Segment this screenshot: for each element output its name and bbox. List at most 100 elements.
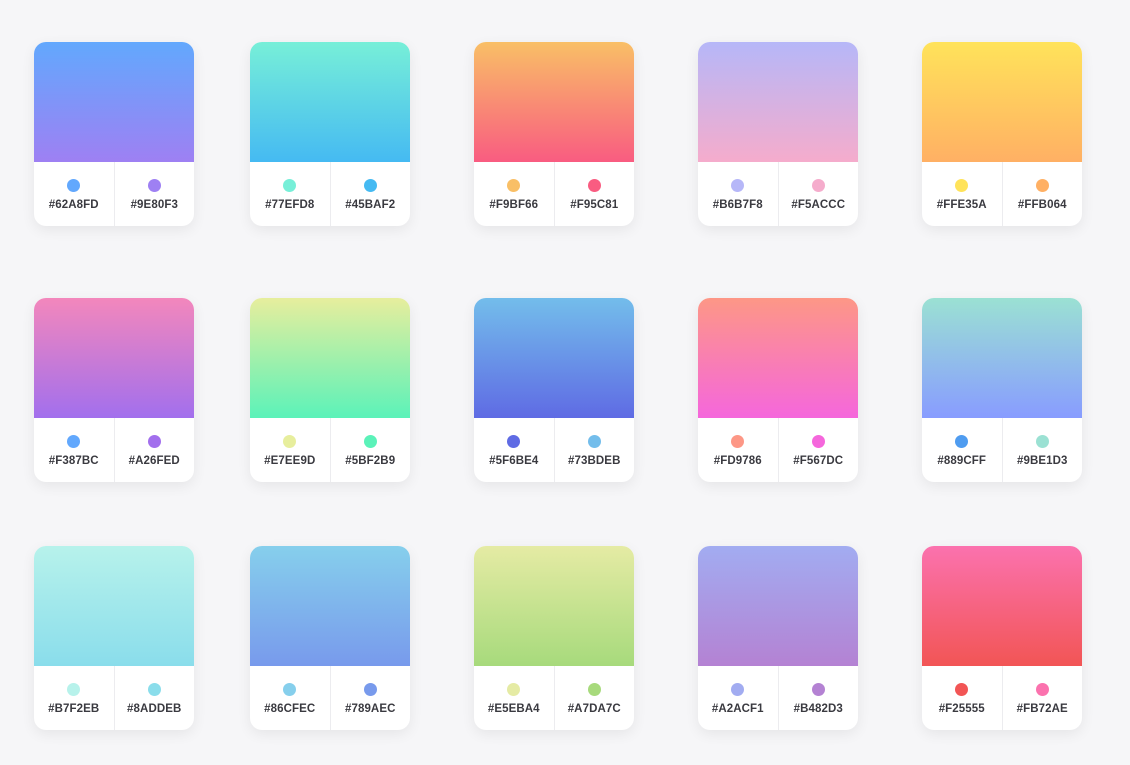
gradient-card[interactable]: #B7F2EB #8ADDEB <box>34 546 194 730</box>
gradient-card[interactable]: #E7EE9D #5BF2B9 <box>250 298 410 482</box>
color-swatch[interactable]: #F5ACCC <box>777 162 859 226</box>
gradient-preview <box>250 546 410 666</box>
gradient-card[interactable]: #FFE35A #FFB064 <box>922 42 1082 226</box>
hex-code-label: #889CFF <box>937 455 987 467</box>
color-dot <box>283 435 297 448</box>
color-dot <box>955 179 969 192</box>
color-dot <box>507 179 521 192</box>
color-swatches: #F387BC #A26FED <box>34 418 194 482</box>
gradient-preview <box>922 298 1082 418</box>
color-swatch[interactable]: #73BDEB <box>553 418 635 482</box>
color-swatch[interactable]: #E7EE9D <box>250 418 330 482</box>
color-dot <box>507 435 521 448</box>
color-swatch[interactable]: #8ADDEB <box>113 666 195 730</box>
color-swatch[interactable]: #FB72AE <box>1001 666 1083 730</box>
color-swatch[interactable]: #789AEC <box>329 666 411 730</box>
color-swatch[interactable]: #F95C81 <box>553 162 635 226</box>
gradient-card[interactable]: #77EFD8 #45BAF2 <box>250 42 410 226</box>
color-swatches: #B6B7F8 #F5ACCC <box>698 162 858 226</box>
gradient-preview <box>474 298 634 418</box>
color-swatch[interactable]: #5BF2B9 <box>329 418 411 482</box>
hex-code-label: #45BAF2 <box>345 199 396 211</box>
gradient-preview <box>250 42 410 162</box>
hex-code-label: #73BDEB <box>568 455 621 467</box>
color-dot <box>587 683 601 696</box>
color-swatch[interactable]: #86CFEC <box>250 666 330 730</box>
gradient-card[interactable]: #62A8FD #9E80F3 <box>34 42 194 226</box>
color-dot <box>283 683 297 696</box>
color-dot <box>1035 683 1049 696</box>
gradient-preview <box>34 42 194 162</box>
color-dot <box>507 683 521 696</box>
color-swatch[interactable]: #F9BF66 <box>474 162 554 226</box>
color-swatch[interactable]: #A26FED <box>113 418 195 482</box>
gradient-card[interactable]: #B6B7F8 #F5ACCC <box>698 42 858 226</box>
color-swatch[interactable]: #F567DC <box>777 418 859 482</box>
color-dot <box>147 435 161 448</box>
color-swatches: #86CFEC #789AEC <box>250 666 410 730</box>
gradient-preview <box>250 298 410 418</box>
color-swatches: #5F6BE4 #73BDEB <box>474 418 634 482</box>
hex-code-label: #FFB064 <box>1017 199 1067 211</box>
gradient-preview <box>34 546 194 666</box>
hex-code-label: #F9BF66 <box>489 199 539 211</box>
hex-code-label: #5BF2B9 <box>345 455 396 467</box>
color-swatch[interactable]: #F25555 <box>922 666 1002 730</box>
color-dot <box>587 435 601 448</box>
gradient-card[interactable]: #889CFF #9BE1D3 <box>922 298 1082 482</box>
gradient-preview <box>922 42 1082 162</box>
color-swatch[interactable]: #77EFD8 <box>250 162 330 226</box>
color-swatch[interactable]: #FFE35A <box>922 162 1002 226</box>
hex-code-label: #B7F2EB <box>48 703 100 715</box>
hex-code-label: #FD9786 <box>713 455 762 467</box>
hex-code-label: #A7DA7C <box>567 703 621 715</box>
gradient-preview <box>474 42 634 162</box>
gradient-card[interactable]: #A2ACF1 #B482D3 <box>698 546 858 730</box>
color-swatch[interactable]: #5F6BE4 <box>474 418 554 482</box>
gradient-card[interactable]: #86CFEC #789AEC <box>250 546 410 730</box>
color-swatch[interactable]: #B6B7F8 <box>698 162 778 226</box>
gradient-card[interactable]: #E5EBA4 #A7DA7C <box>474 546 634 730</box>
color-dot <box>731 435 745 448</box>
color-swatches: #B7F2EB #8ADDEB <box>34 666 194 730</box>
color-swatch[interactable]: #A7DA7C <box>553 666 635 730</box>
gradient-card[interactable]: #F9BF66 #F95C81 <box>474 42 634 226</box>
hex-code-label: #E7EE9D <box>264 455 316 467</box>
gradient-card[interactable]: #F25555 #FB72AE <box>922 546 1082 730</box>
color-dot <box>67 435 81 448</box>
gradient-card[interactable]: #F387BC #A26FED <box>34 298 194 482</box>
color-swatches: #A2ACF1 #B482D3 <box>698 666 858 730</box>
color-dot <box>811 179 825 192</box>
color-swatch[interactable]: #62A8FD <box>34 162 114 226</box>
color-dot <box>283 179 297 192</box>
gradient-preview <box>922 546 1082 666</box>
color-swatch[interactable]: #FD9786 <box>698 418 778 482</box>
color-swatch[interactable]: #FFB064 <box>1001 162 1083 226</box>
color-dot <box>955 683 969 696</box>
hex-code-label: #FB72AE <box>1016 703 1068 715</box>
color-swatch[interactable]: #B482D3 <box>777 666 859 730</box>
gradient-card[interactable]: #FD9786 #F567DC <box>698 298 858 482</box>
hex-code-label: #86CFEC <box>264 703 316 715</box>
color-swatch[interactable]: #E5EBA4 <box>474 666 554 730</box>
hex-code-label: #A2ACF1 <box>711 703 764 715</box>
color-dot <box>811 683 825 696</box>
hex-code-label: #9BE1D3 <box>1016 455 1068 467</box>
color-swatches: #E7EE9D #5BF2B9 <box>250 418 410 482</box>
gradient-preview <box>34 298 194 418</box>
color-dot <box>147 179 161 192</box>
color-swatch[interactable]: #45BAF2 <box>329 162 411 226</box>
color-swatch[interactable]: #A2ACF1 <box>698 666 778 730</box>
color-swatch[interactable]: #F387BC <box>34 418 114 482</box>
hex-code-label: #B482D3 <box>793 703 843 715</box>
hex-code-label: #F95C81 <box>570 199 619 211</box>
hex-code-label: #F5ACCC <box>791 199 846 211</box>
color-dot <box>363 683 377 696</box>
color-swatch[interactable]: #9BE1D3 <box>1001 418 1083 482</box>
hex-code-label: #B6B7F8 <box>712 199 763 211</box>
color-swatch[interactable]: #B7F2EB <box>34 666 114 730</box>
color-swatch[interactable]: #889CFF <box>922 418 1002 482</box>
gradient-card[interactable]: #5F6BE4 #73BDEB <box>474 298 634 482</box>
color-swatch[interactable]: #9E80F3 <box>113 162 195 226</box>
hex-code-label: #789AEC <box>344 703 396 715</box>
